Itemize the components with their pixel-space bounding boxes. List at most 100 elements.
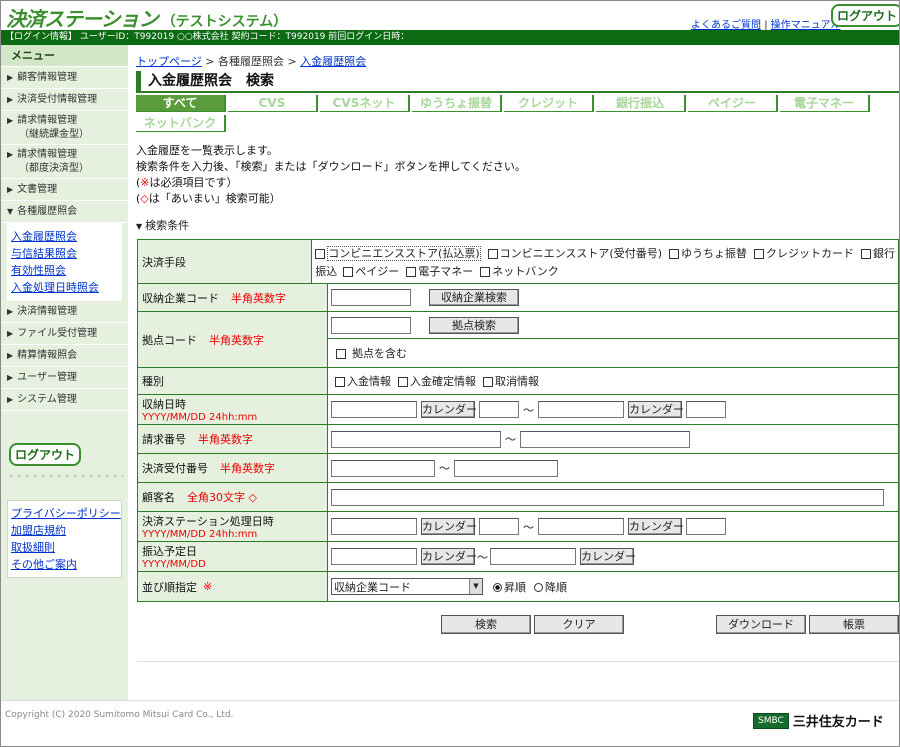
checkbox-bank[interactable]: 銀行 (861, 245, 895, 261)
sidebar-item-label: システム管理 (17, 394, 77, 405)
option-label-cont: 振込 (315, 264, 338, 278)
invoice-no-from-input[interactable] (331, 430, 501, 448)
smbc-badge: SMBC (753, 712, 789, 729)
accept-no-to-input[interactable] (454, 459, 558, 477)
label-invoice-no: 請求番号 半角英数字 (138, 425, 328, 453)
tab-all[interactable]: すべて (136, 95, 226, 112)
checkbox-yucho[interactable]: ゆうちょ振替 (669, 245, 747, 261)
transfer-date-from-input[interactable] (331, 548, 417, 565)
required-mark: ※ (140, 176, 150, 189)
sidebar-item-clearing[interactable]: ▶ 精算情報照会 (1, 345, 128, 367)
calendar-button[interactable]: カレンダー (421, 518, 477, 535)
breadcrumb-sep: > (287, 55, 297, 68)
triangle-right-icon: ▶ (7, 185, 14, 194)
label-accept-no: 決済受付番号 半角英数字 (138, 454, 328, 482)
sidebar-item-documents[interactable]: ▶ 文書管理 (1, 179, 128, 201)
field-label: 顧客名 (142, 491, 175, 504)
station-date-from-input[interactable] (331, 518, 417, 535)
calendar-button[interactable]: カレンダー (421, 401, 477, 418)
accept-no-value: ～ (328, 454, 898, 482)
radio-descending[interactable]: 降順 (534, 579, 567, 595)
calendar-button[interactable]: カレンダー (628, 401, 684, 418)
label-type: 種別 (138, 368, 328, 394)
sidebar-item-billing-onetime[interactable]: ▶ 請求情報管理 （都度決済型） (1, 145, 128, 179)
company-search-button[interactable]: 収納企業検索 (429, 289, 519, 306)
sidebar-item-users[interactable]: ▶ ユーザー管理 (1, 367, 128, 389)
checkbox-cancel-info[interactable]: 取消情報 (483, 373, 539, 389)
checkbox-netbank[interactable]: ネットバンク (480, 263, 559, 279)
sidebar-item-settlement[interactable]: ▶ 決済情報管理 (1, 301, 128, 323)
sidebar-item-customer[interactable]: ▶ 顧客情報管理 (1, 67, 128, 89)
conditions-title[interactable]: ▼ 検索条件 (136, 217, 189, 233)
download-button[interactable]: ダウンロード (716, 615, 806, 634)
sidebar-item-history[interactable]: ▼ 各種履歴照会 (1, 201, 128, 223)
sidebar-item-system[interactable]: ▶ システム管理 (1, 389, 128, 411)
receipt-time-from-input[interactable] (479, 401, 519, 418)
search-button[interactable]: 検索 (441, 615, 531, 634)
member-terms-link[interactable]: 加盟店規約 (11, 522, 118, 539)
triangle-right-icon: ▶ (7, 150, 14, 159)
station-time-from-input[interactable] (479, 518, 519, 535)
sort-select[interactable]: 収納企業コード ▼ (331, 578, 483, 595)
customer-name-value (328, 483, 898, 511)
divider (137, 661, 899, 662)
tab-emoney[interactable]: 電子マネー (780, 95, 870, 112)
report-button[interactable]: 帳票 (809, 615, 899, 634)
receipt-date-from-input[interactable] (331, 401, 417, 418)
breadcrumb-top[interactable]: トップページ (136, 55, 202, 68)
tab-cvs-net[interactable]: CVSネット (320, 95, 410, 112)
station-time-to-input[interactable] (686, 518, 726, 535)
clear-button[interactable]: クリア (534, 615, 624, 634)
field-hint: 半角英数字 (220, 462, 275, 475)
row-transfer-date: 振込予定日 YYYY/MM/DD カレンダー ～ カレンダー (138, 542, 898, 572)
privacy-policy-link[interactable]: プライバシーポリシー (11, 505, 121, 522)
checkbox-payeasy[interactable]: ペイジー (343, 263, 399, 279)
company-code-input[interactable] (331, 289, 411, 306)
sidebar-item-billing-recurring[interactable]: ▶ 請求情報管理 （継続課金型） (1, 111, 128, 145)
submenu-payment-process-date[interactable]: 入金処理日時照会 (11, 279, 122, 296)
checkbox-cvs-slip[interactable]: コンビニエンスストア(払込票) (315, 245, 481, 261)
header-logout-button[interactable]: ログアウト (831, 4, 899, 27)
branch-code-input[interactable] (331, 316, 411, 334)
sidebar-logout-button[interactable]: ログアウト (9, 443, 82, 466)
calendar-button[interactable]: カレンダー (628, 518, 684, 535)
sidebar-item-file-accept[interactable]: ▶ ファイル受付管理 (1, 323, 128, 345)
checkbox-payment-info[interactable]: 入金情報 (335, 373, 391, 389)
tab-credit[interactable]: クレジット (504, 95, 594, 112)
footer: Copyright (C) 2020 Sumitomo Mitsui Card … (1, 700, 899, 746)
radio-ascending[interactable]: 昇順 (493, 579, 526, 595)
accept-no-from-input[interactable] (331, 459, 435, 477)
checkbox-emoney[interactable]: 電子マネー (406, 263, 473, 279)
calendar-button[interactable]: カレンダー (580, 548, 636, 565)
tab-netbank[interactable]: ネットバンク (136, 115, 226, 132)
tab-bank-transfer[interactable]: 銀行振込 (596, 95, 686, 112)
customer-name-input[interactable] (331, 488, 884, 506)
other-info-link[interactable]: その他ご案内 (11, 556, 118, 573)
tab-cvs[interactable]: CVS (228, 95, 318, 112)
branch-search-button[interactable]: 拠点検索 (429, 316, 519, 334)
triangle-right-icon: ▶ (7, 116, 14, 125)
checkbox-payment-confirmed[interactable]: 入金確定情報 (398, 373, 476, 389)
sidebar-item-payment-accept[interactable]: ▶ 決済受付情報管理 (1, 89, 128, 111)
submenu-credit-result[interactable]: 与信結果照会 (11, 245, 122, 262)
include-branch-checkbox[interactable]: 拠点を含む (336, 345, 407, 361)
receipt-date-to-input[interactable] (538, 401, 624, 418)
submenu-payment-history[interactable]: 入金履歴照会 (11, 228, 122, 245)
breadcrumb-current[interactable]: 入金履歴照会 (300, 55, 366, 68)
invoice-no-to-input[interactable] (520, 430, 690, 448)
calendar-button[interactable]: カレンダー (421, 548, 477, 565)
tab-yucho[interactable]: ゆうちょ振替 (412, 95, 502, 112)
checkbox-credit[interactable]: クレジットカード (754, 245, 854, 261)
intro-line: (◇は「あいまい」検索可能） (136, 191, 526, 207)
handling-rules-link[interactable]: 取扱細則 (11, 539, 118, 556)
type-options: 入金情報 入金確定情報 取消情報 (328, 368, 898, 394)
station-date-to-input[interactable] (538, 518, 624, 535)
submenu-validity[interactable]: 有効性照会 (11, 262, 122, 279)
transfer-date-to-input[interactable] (490, 548, 576, 565)
checkbox-cvs-number[interactable]: コンビニエンスストア(受付番号) (487, 245, 662, 261)
field-label: 請求番号 (142, 433, 186, 446)
row-branch-code: 拠点コード 半角英数字 拠点検索 拠点を含む (138, 312, 898, 368)
receipt-time-to-input[interactable] (686, 401, 726, 418)
tab-payeasy[interactable]: ペイジー (688, 95, 778, 112)
label-sort: 並び順指定 ※ (138, 572, 328, 601)
